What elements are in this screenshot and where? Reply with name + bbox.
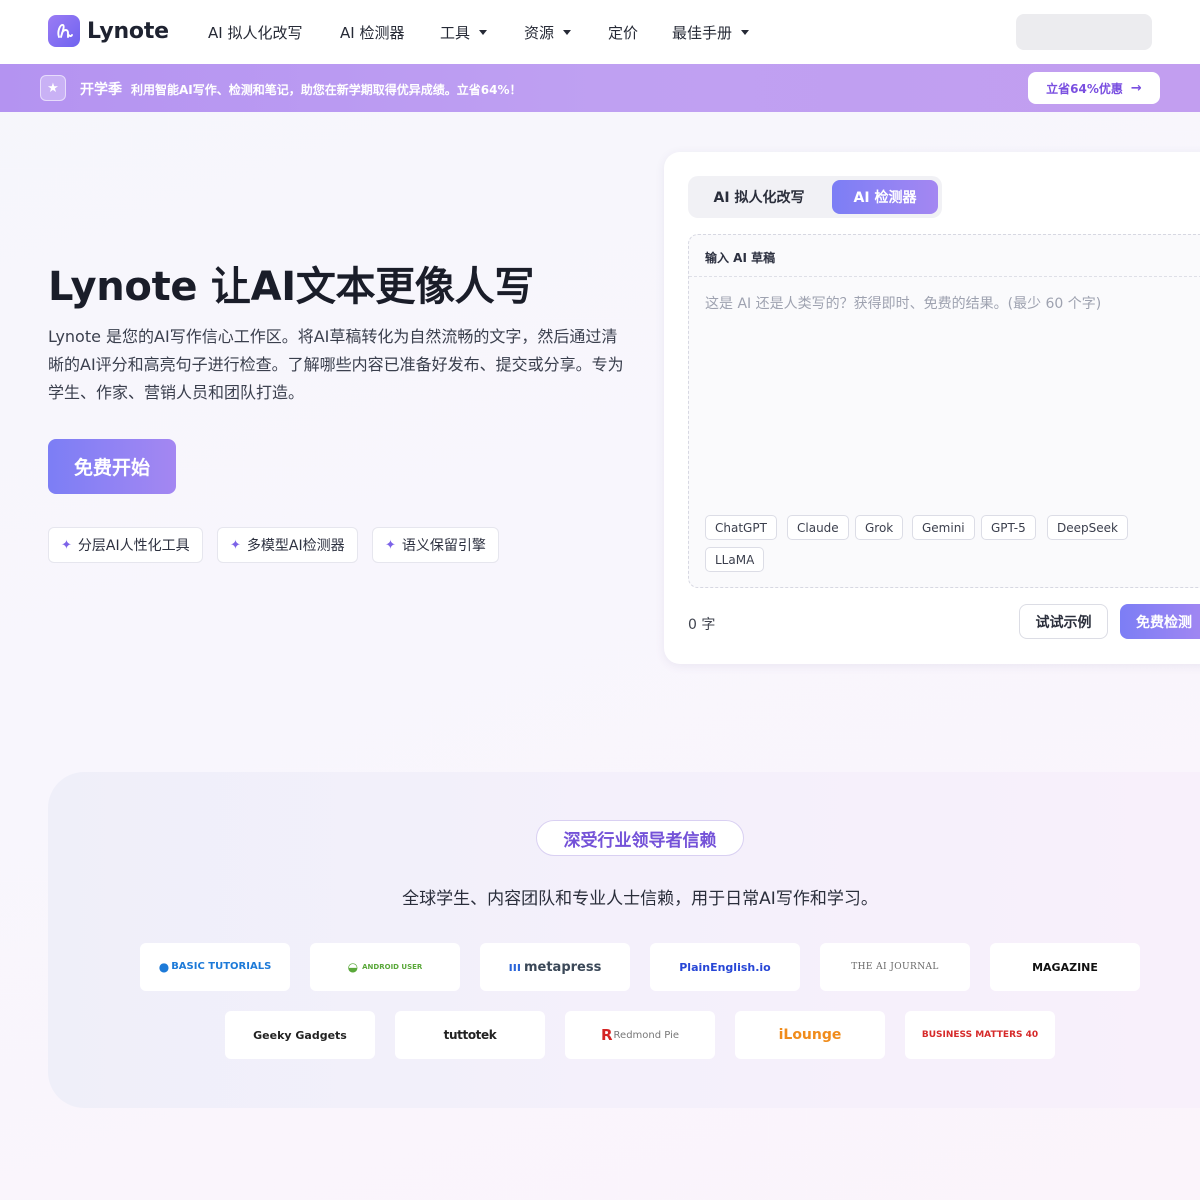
logo-text: iLounge	[778, 1027, 842, 1043]
logo-text: MAGAZINE	[1032, 960, 1098, 974]
model-chip-deepseek[interactable]: DeepSeek	[1047, 515, 1128, 540]
nav-label: AI 拟人化改写	[208, 24, 303, 42]
word-count: 0 字	[688, 617, 716, 633]
logo-text: ANDROID USER	[362, 962, 423, 971]
logo-redmond-pie: R Redmond Pie	[565, 1011, 715, 1059]
logo-text: Redmond Pie	[613, 1029, 680, 1041]
draft-textarea[interactable]: 这是 AI 还是人类写的？获得即时、免费的结果。(最少 60 个字)	[705, 293, 1101, 313]
tab-ai-humanizer[interactable]: AI 拟人化改写	[692, 180, 826, 214]
flame-icon: ●	[158, 960, 170, 974]
free-detect-button[interactable]: 免费检测	[1120, 604, 1200, 639]
android-icon: ◒	[347, 960, 359, 974]
promo-button-label: 立省64%优惠	[1046, 81, 1123, 96]
mode-tabs: AI 拟人化改写 AI 检测器	[688, 176, 942, 218]
sparkle-icon: ✦	[385, 537, 396, 553]
model-chip-gpt5[interactable]: GPT-5	[981, 515, 1036, 540]
hero-title: Lynote 让AI文本更像人写	[48, 264, 535, 310]
arrow-right-icon: →	[1130, 80, 1142, 96]
feature-multi-model-detector: ✦ 多模型AI检测器	[217, 527, 358, 563]
logo-ilounge: iLounge	[735, 1011, 885, 1059]
nav-ai-detector[interactable]: AI 检测器	[340, 22, 404, 43]
logo-text: tuttotek	[443, 1028, 497, 1042]
caret-down-icon	[479, 30, 488, 35]
model-chip-chatgpt[interactable]: ChatGPT	[705, 515, 777, 540]
hero-description: Lynote 是您的AI写作信心工作区。将AI草稿转化为自然流畅的文字，然后通过…	[48, 327, 624, 402]
model-chip-llama[interactable]: LLaMA	[705, 547, 765, 572]
logo-metapress: ııı metapress	[480, 943, 630, 991]
feature-semantic-engine: ✦ 语义保留引擎	[372, 527, 499, 563]
model-chip-grok[interactable]: Grok	[855, 515, 904, 540]
divider	[689, 276, 1200, 277]
nav-label: 资源	[524, 24, 555, 42]
redmond-r-icon: R	[600, 1026, 613, 1044]
draft-input-area[interactable]: 输入 AI 草稿 这是 AI 还是人类写的？获得即时、免费的结果。(最少 60 …	[688, 234, 1200, 588]
nav-ai-humanizer[interactable]: AI 拟人化改写	[208, 22, 302, 43]
feature-label: 语义保留引擎	[401, 538, 486, 554]
nav-label: 最佳手册	[672, 24, 733, 42]
trusted-by-section: 深受行业领导者信赖 全球学生、内容团队和专业人士信赖，用于日常AI写作和学习。 …	[48, 772, 1200, 1108]
start-free-button[interactable]: 免费开始	[48, 439, 176, 494]
lynote-logo-icon	[48, 15, 80, 47]
nav-pricing[interactable]: 定价	[608, 22, 638, 43]
logo-magazine: MAGAZINE	[990, 943, 1140, 991]
logo-business-matters: BUSINESS MATTERS 40	[905, 1011, 1055, 1059]
nav-best-guides[interactable]: 最佳手册	[672, 22, 750, 43]
trust-subtitle: 全球学生、内容团队和专业人士信赖，用于日常AI写作和学习。	[402, 889, 878, 909]
sparkle-icon: ✦	[230, 537, 241, 553]
nav-label: 工具	[440, 24, 471, 42]
tab-ai-detector[interactable]: AI 检测器	[832, 180, 938, 214]
logo-text: PlainEnglish.io	[679, 960, 771, 974]
promo-discount-button[interactable]: 立省64%优惠 →	[1028, 72, 1160, 104]
try-example-button[interactable]: 试试示例	[1019, 604, 1108, 639]
sparkle-icon: ✦	[61, 537, 72, 553]
metapress-mark-icon: ııı	[508, 960, 521, 974]
logo-plainenglish: PlainEnglish.io	[650, 943, 800, 991]
logo-text: metapress	[523, 959, 602, 975]
model-chip-claude[interactable]: Claude	[787, 515, 849, 540]
caret-down-icon	[563, 30, 572, 35]
nav-resources[interactable]: 资源	[524, 22, 572, 43]
feature-label: 分层AI人性化工具	[77, 538, 190, 554]
logo-geeky-gadgets: Geeky Gadgets	[225, 1011, 375, 1059]
logo-basic-tutorials: ● BASIC TUTORIALS	[140, 943, 290, 991]
detector-card: AI 拟人化改写 AI 检测器 输入 AI 草稿 这是 AI 还是人类写的？获得…	[664, 152, 1200, 664]
account-button-placeholder[interactable]	[1016, 14, 1152, 50]
brand-name: Lynote	[87, 18, 169, 44]
nav-label: 定价	[608, 24, 639, 42]
trust-badge: 深受行业领导者信赖	[536, 820, 744, 856]
brand-logo[interactable]: Lynote	[48, 15, 169, 47]
caret-down-icon	[741, 30, 750, 35]
feature-layered-humanizer: ✦ 分层AI人性化工具	[48, 527, 203, 563]
promo-text: 利用智能AI写作、检测和笔记，助您在新学期取得优异成绩。立省64%！	[131, 83, 522, 97]
top-navigation: Lynote AI 拟人化改写 AI 检测器 工具 资源 定价 最佳手册	[0, 0, 1200, 64]
promo-banner: ★ 开学季 利用智能AI写作、检测和笔记，助您在新学期取得优异成绩。立省64%！…	[0, 64, 1200, 112]
logo-text: BUSINESS MATTERS 40	[921, 1030, 1039, 1040]
input-label: 输入 AI 草稿	[705, 251, 776, 265]
promo-title: 开学季	[80, 82, 122, 98]
logo-android-user: ◒ ANDROID USER	[310, 943, 460, 991]
logo-tuttotek: tuttotek	[395, 1011, 545, 1059]
feature-label: 多模型AI检测器	[246, 538, 345, 554]
logo-ai-journal: THE AI JOURNAL	[820, 943, 970, 991]
nav-label: AI 检测器	[340, 24, 405, 42]
star-icon: ★	[40, 75, 66, 101]
logo-text: BASIC TUTORIALS	[171, 961, 272, 972]
model-chip-gemini[interactable]: Gemini	[912, 515, 975, 540]
nav-tools[interactable]: 工具	[440, 22, 488, 43]
logo-text: THE AI JOURNAL	[851, 962, 939, 972]
logo-text: Geeky Gadgets	[253, 1028, 347, 1042]
